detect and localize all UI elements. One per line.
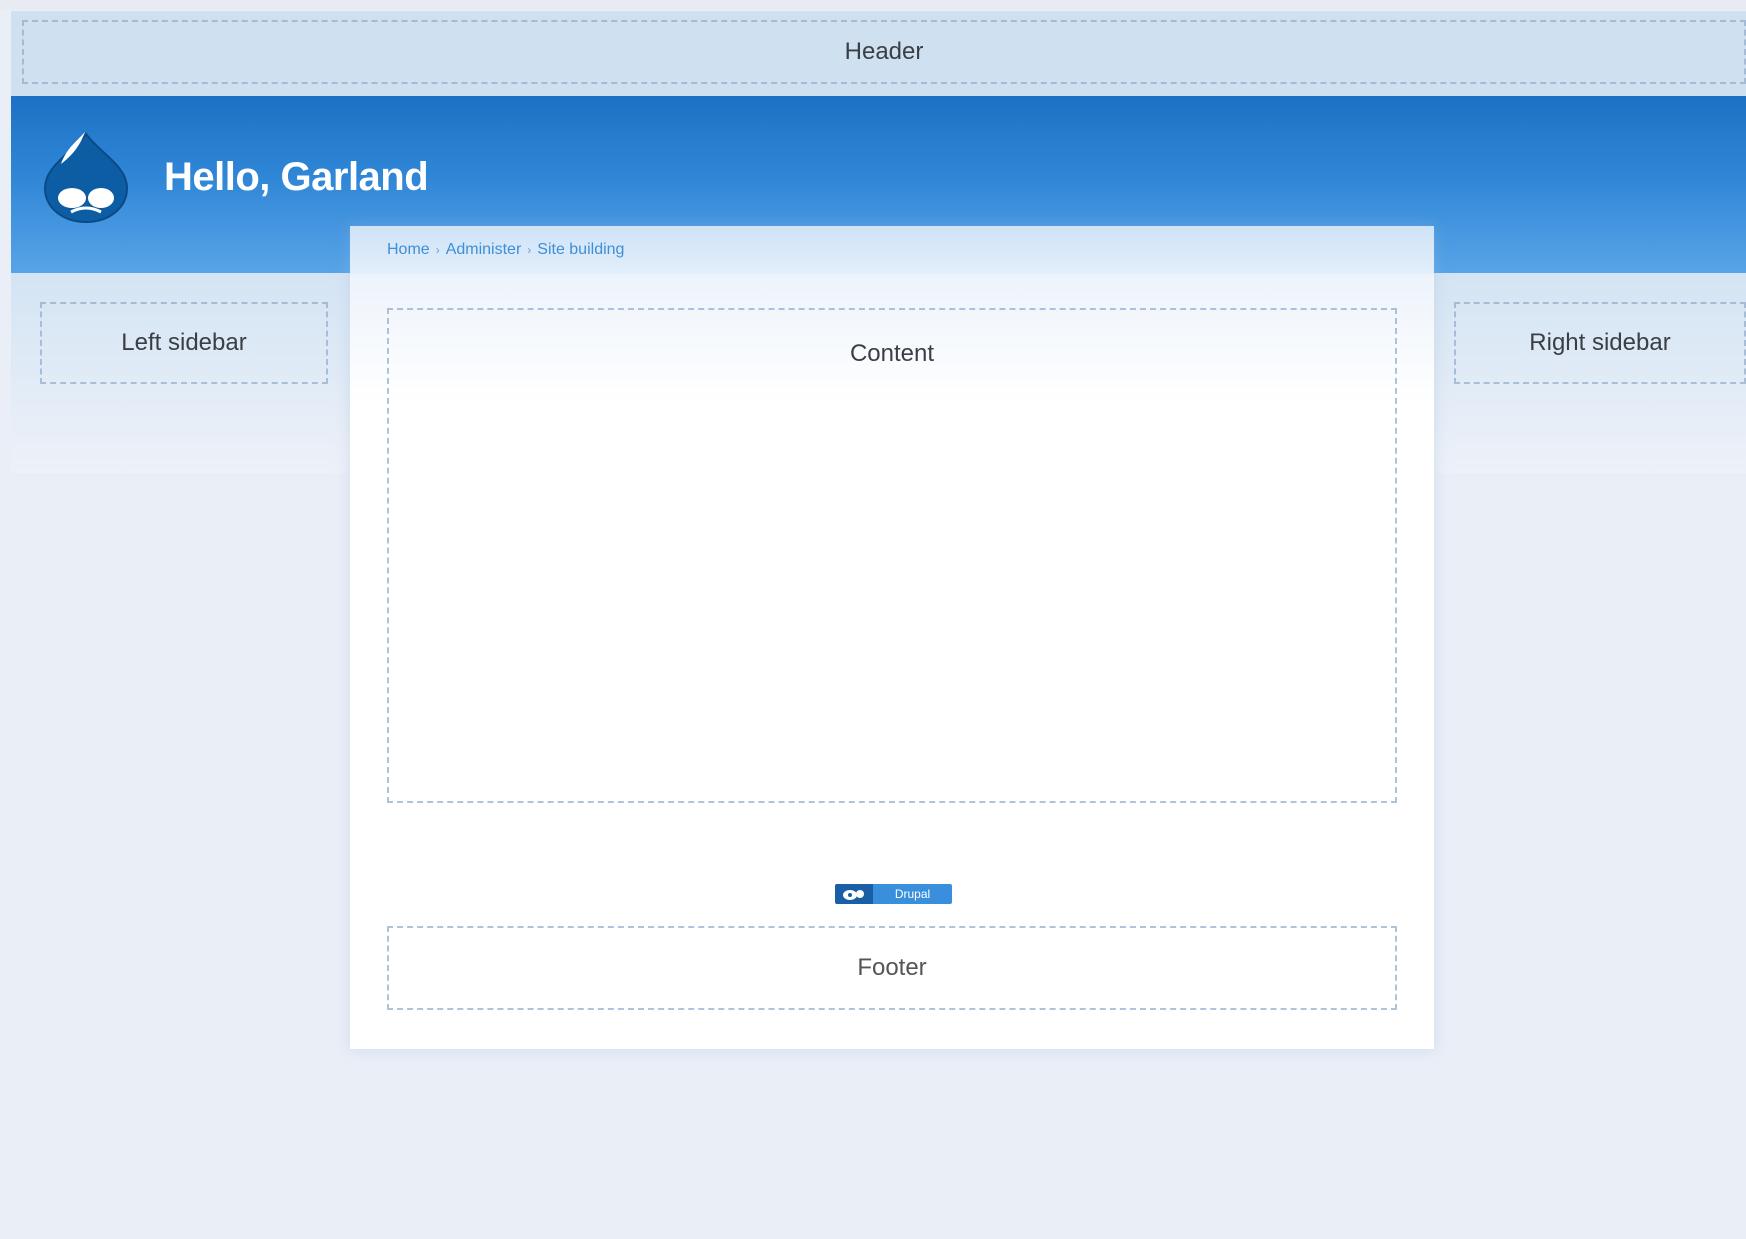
breadcrumb-item-administer[interactable]: Administer xyxy=(446,241,522,258)
site-name-link[interactable]: Hello, Garland xyxy=(164,155,429,200)
content-region-label: Content xyxy=(849,340,935,367)
breadcrumb: Home › Administer › Site building xyxy=(387,241,624,259)
breadcrumb-separator: › xyxy=(435,243,440,257)
footer-region-label: Footer xyxy=(857,954,927,981)
breadcrumb-item-home[interactable]: Home xyxy=(387,241,430,258)
content-region: Content xyxy=(387,308,1397,803)
drupal-logo-icon xyxy=(835,884,873,904)
left-sidebar-label: Left sidebar xyxy=(121,329,247,356)
page: Header Hello, Garland Home › Administer › Si… xyxy=(0,0,1746,1239)
powered-by-drupal-badge[interactable]: Drupal xyxy=(835,884,952,904)
breadcrumb-separator: › xyxy=(527,243,532,257)
badge-label: Drupal xyxy=(873,884,952,904)
main-panel: Home › Administer › Site building Content Dr… xyxy=(350,226,1434,1049)
right-sidebar-label: Right sidebar xyxy=(1529,329,1671,356)
left-sidebar-region: Left sidebar xyxy=(40,302,328,384)
drupal-drop-icon[interactable] xyxy=(41,124,131,224)
breadcrumb-item-site-building[interactable]: Site building xyxy=(537,241,624,258)
header-region: Header xyxy=(22,20,1746,84)
header-region-label: Header xyxy=(844,38,924,65)
footer-region: Footer xyxy=(387,926,1397,1010)
right-sidebar-region: Right sidebar xyxy=(1454,302,1746,384)
